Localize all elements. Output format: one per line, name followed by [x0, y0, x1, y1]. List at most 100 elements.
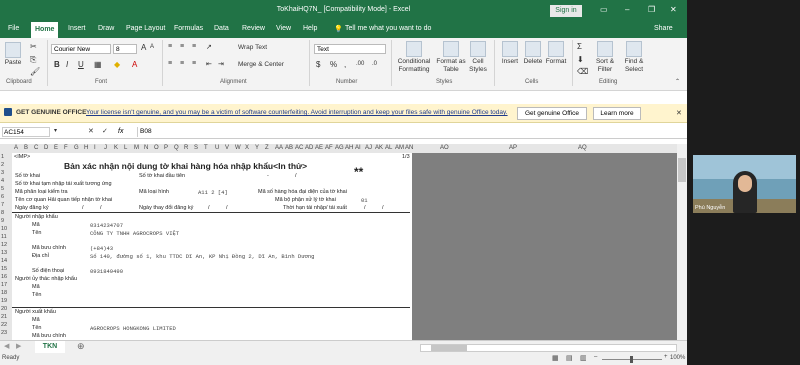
column-header[interactable]: V	[225, 145, 229, 151]
column-header[interactable]: X	[245, 145, 249, 151]
row-header[interactable]: 18	[1, 290, 7, 296]
column-header[interactable]: AM	[395, 145, 404, 151]
row-header[interactable]: 5	[1, 186, 4, 192]
align-top-icon[interactable]: ≡	[168, 43, 172, 50]
column-header[interactable]: AC	[295, 145, 303, 151]
row-header[interactable]: 7	[1, 202, 4, 208]
row-header[interactable]: 22	[1, 322, 7, 328]
format-as-table-button[interactable]: Format as Table	[435, 41, 467, 74]
column-header[interactable]: H	[84, 145, 88, 151]
conditional-formatting-button[interactable]: Conditional Formatting	[394, 41, 434, 74]
tab-data[interactable]: Data	[214, 25, 229, 32]
row-header[interactable]: 19	[1, 298, 7, 304]
tab-help[interactable]: Help	[303, 25, 317, 32]
tab-draw[interactable]: Draw	[98, 25, 114, 32]
column-header[interactable]: AO	[440, 145, 449, 151]
column-header[interactable]: N	[144, 145, 148, 151]
row-header[interactable]: 6	[1, 194, 4, 200]
bold-icon[interactable]: B	[54, 60, 60, 69]
column-header[interactable]: U	[215, 145, 219, 151]
column-header[interactable]: J	[104, 145, 107, 151]
column-header[interactable]: C	[34, 145, 38, 151]
autosum-icon[interactable]: Σ	[577, 42, 582, 51]
tab-formulas[interactable]: Formulas	[174, 25, 203, 32]
increase-decimal-icon[interactable]: .00	[356, 61, 364, 67]
fill-icon[interactable]: ⬇	[577, 55, 584, 64]
column-header[interactable]: W	[235, 145, 241, 151]
format-painter-icon[interactable]: 🖌	[30, 67, 40, 76]
get-genuine-office-button[interactable]: Get genuine Office	[517, 107, 587, 120]
fill-color-icon[interactable]: ◆	[114, 60, 120, 69]
column-header[interactable]: AB	[285, 145, 293, 151]
normal-view-icon[interactable]: ▦	[552, 354, 559, 362]
column-header[interactable]: AF	[325, 145, 333, 151]
tab-view[interactable]: View	[276, 25, 291, 32]
worksheet-grid[interactable]: <IMP> 1/3 Bản xác nhận nội dung tờ khai …	[12, 153, 412, 340]
video-thumbnail[interactable]: Phú Nguyễn	[693, 155, 796, 213]
column-header[interactable]: K	[114, 145, 118, 151]
empty-grid-area[interactable]	[412, 153, 677, 340]
column-header[interactable]: I	[94, 145, 96, 151]
ribbon-display-icon[interactable]: ▭	[600, 5, 608, 14]
align-left-icon[interactable]: ≡	[168, 60, 172, 67]
row-header[interactable]: 4	[1, 178, 4, 184]
row-header[interactable]: 3	[1, 170, 4, 176]
column-header[interactable]: AL	[385, 145, 392, 151]
close-warning-icon[interactable]: ✕	[676, 109, 682, 117]
next-sheet-icon[interactable]: ▶	[16, 342, 21, 350]
tab-insert[interactable]: Insert	[68, 25, 86, 32]
font-color-icon[interactable]: A	[132, 60, 137, 69]
column-header[interactable]: AH	[345, 145, 353, 151]
zoom-level[interactable]: 100%	[670, 355, 685, 361]
merge-center-button[interactable]: Merge & Center	[238, 61, 284, 68]
tab-file[interactable]: File	[8, 25, 19, 32]
align-middle-icon[interactable]: ≡	[180, 43, 184, 50]
row-header[interactable]: 20	[1, 306, 7, 312]
column-header[interactable]: AE	[315, 145, 323, 151]
row-header[interactable]: 15	[1, 266, 7, 272]
find-select-button[interactable]: Find & Select	[620, 41, 648, 74]
column-header[interactable]: E	[54, 145, 58, 151]
align-bottom-icon[interactable]: ≡	[192, 43, 196, 50]
column-header[interactable]: AI	[355, 145, 361, 151]
restore-icon[interactable]: ❐	[648, 5, 655, 14]
wrap-text-button[interactable]: Wrap Text	[238, 44, 267, 51]
copy-icon[interactable]: ⎘	[30, 55, 36, 65]
zoom-slider-thumb[interactable]	[630, 356, 633, 363]
minimize-icon[interactable]: –	[625, 5, 629, 14]
row-header[interactable]: 1	[1, 154, 4, 160]
column-header[interactable]: P	[164, 145, 168, 151]
cut-icon[interactable]: ✂	[30, 42, 37, 51]
decrease-decimal-icon[interactable]: .0	[372, 61, 377, 67]
column-header[interactable]: M	[134, 145, 139, 151]
scroll-thumb[interactable]	[678, 158, 686, 182]
shrink-font-icon[interactable]: A	[150, 44, 154, 50]
learn-more-button[interactable]: Learn more	[593, 107, 641, 120]
row-header[interactable]: 9	[1, 218, 4, 224]
format-cells-button[interactable]: Format	[545, 41, 567, 66]
tab-review[interactable]: Review	[242, 25, 265, 32]
insert-function-icon[interactable]: fx	[118, 128, 123, 135]
comma-icon[interactable]: ,	[344, 60, 346, 69]
increase-indent-icon[interactable]: ⇥	[218, 60, 224, 68]
row-header[interactable]: 8	[1, 210, 4, 216]
column-header[interactable]: D	[44, 145, 48, 151]
tab-home[interactable]: Home	[31, 22, 59, 38]
collapse-ribbon-icon[interactable]: ⌃	[675, 78, 680, 85]
column-header[interactable]: AA	[275, 145, 283, 151]
orientation-icon[interactable]: ↗	[206, 43, 212, 51]
column-header[interactable]: T	[204, 145, 208, 151]
column-header[interactable]: S	[194, 145, 198, 151]
column-header[interactable]: AK	[375, 145, 383, 151]
row-header[interactable]: 17	[1, 282, 7, 288]
sign-in-button[interactable]: Sign in	[550, 5, 582, 17]
share-button[interactable]: Share	[654, 25, 673, 32]
column-header[interactable]: AN	[405, 145, 413, 151]
tab-page-layout[interactable]: Page Layout	[126, 25, 165, 32]
row-header[interactable]: 2	[1, 162, 4, 168]
font-size-select[interactable]: 8	[113, 44, 137, 54]
currency-icon[interactable]: $	[316, 60, 320, 69]
column-header[interactable]: AJ	[365, 145, 372, 151]
column-header[interactable]: AP	[509, 145, 517, 151]
cell-styles-button[interactable]: Cell Styles	[466, 41, 490, 74]
